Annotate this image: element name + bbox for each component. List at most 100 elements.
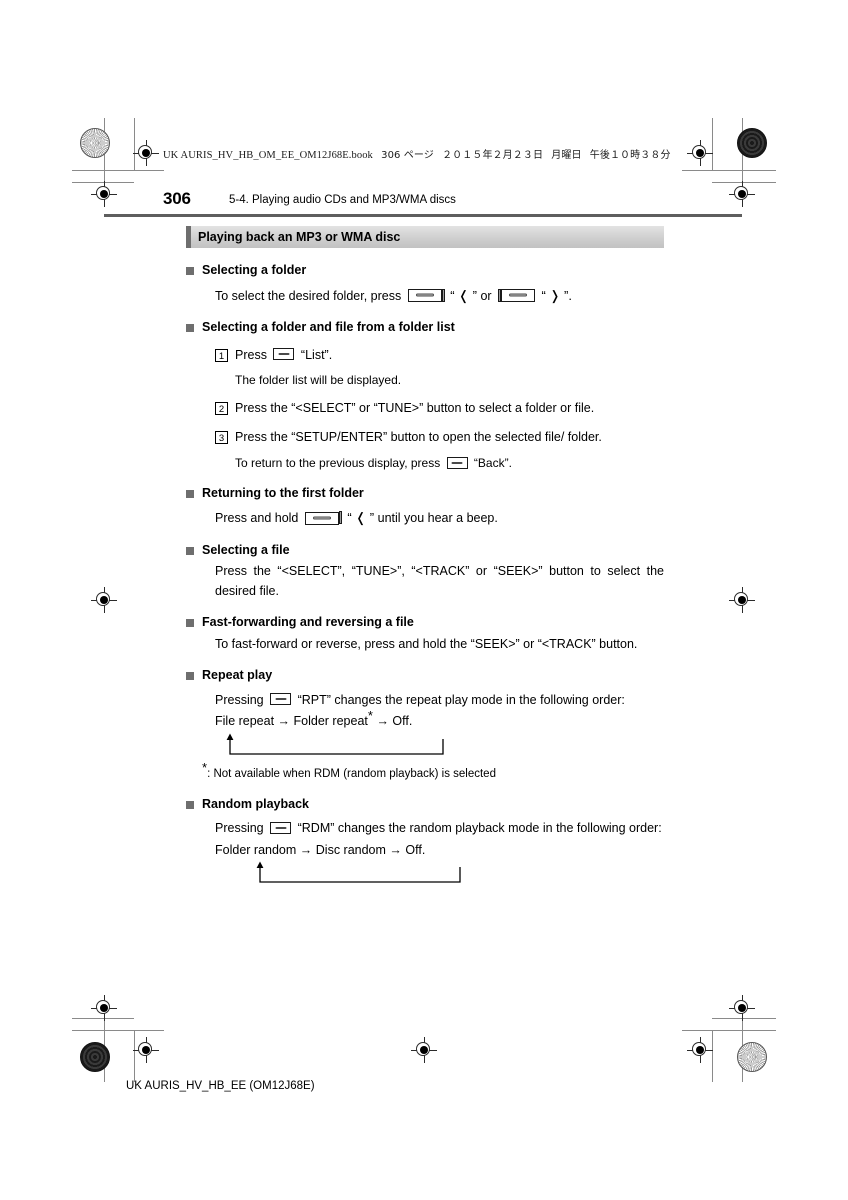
repeat-before: Pressing <box>215 692 264 707</box>
left-chevron-quote: “ ❬ ” <box>347 510 375 526</box>
bullet-square-icon <box>186 619 194 628</box>
random-after: “RDM” changes the random playback mode i… <box>297 821 662 836</box>
seek-left-button-icon <box>407 288 445 302</box>
step-row: 2 Press the “<SELECT” or “TUNE>” button … <box>215 399 664 418</box>
bullet-square-icon <box>186 489 194 498</box>
rdm-button-icon <box>270 822 292 835</box>
arrow-glyph: → <box>277 714 291 729</box>
subsection-heading: Fast-forwarding and reversing a file <box>202 615 414 630</box>
print-header-time: 午後１０時３８分 <box>589 150 671 161</box>
crop-mark-line <box>72 170 164 171</box>
bullet-square-icon <box>186 546 194 555</box>
footer-document-id: UK AURIS_HV_HB_EE (OM12J68E) <box>126 1080 315 1092</box>
page-content: Playing back an MP3 or WMA disc Selectin… <box>186 226 664 886</box>
density-patch-dark <box>737 128 767 158</box>
repeat-order-3: Off. <box>392 714 413 729</box>
subsection-repeat-play: Repeat play <box>186 668 664 684</box>
repeat-loop-arrow-diagram <box>215 732 664 758</box>
fast-forwarding-body: To fast-forward or reverse, press and ho… <box>215 636 638 651</box>
random-playback-body: Pressing “RDM” changes the random playba… <box>215 819 664 838</box>
random-loop-arrow-diagram <box>215 860 664 886</box>
text-before-button: To select the desired folder, press <box>215 288 402 303</box>
step1-after: “List”. <box>300 347 333 362</box>
subsection-heading: Selecting a file <box>202 542 290 557</box>
loop-arrow-icon <box>226 733 444 755</box>
registration-mark <box>91 995 117 1021</box>
step-number: 2 <box>215 402 228 415</box>
bullet-square-icon <box>186 672 194 681</box>
subsection-heading: Selecting a folder and file from a folde… <box>202 320 455 334</box>
crop-mark-line <box>682 170 776 171</box>
arrow-glyph: → <box>376 714 389 729</box>
or-word: or <box>480 288 492 303</box>
random-order-line: Folder random → Disc random → Off. <box>215 841 664 860</box>
section-title: Playing back an MP3 or WMA disc <box>198 229 401 244</box>
registration-mark <box>729 995 755 1021</box>
step3-note-before: To return to the previous display, press <box>235 455 441 470</box>
footnote: *: Not available when RDM (random playba… <box>202 761 664 783</box>
running-head: 5-4. Playing audio CDs and MP3/WMA discs <box>229 194 456 206</box>
crop-mark-line <box>682 1030 776 1031</box>
random-order-2: Disc random <box>315 842 386 857</box>
subsection-heading: Random playback <box>202 796 309 811</box>
subsection-heading: Selecting a folder <box>202 263 307 277</box>
seek-left-button-icon <box>304 511 342 525</box>
registration-mark <box>687 1037 713 1063</box>
repeat-after: “RPT” changes the repeat play mode in th… <box>297 692 625 707</box>
step1-note: The folder list will be displayed. <box>235 373 402 387</box>
registration-mark <box>91 181 117 207</box>
step-number: 3 <box>215 431 228 445</box>
list-button-icon <box>273 348 295 361</box>
registration-mark <box>133 1037 159 1063</box>
first-folder-body: Press and hold “ ❬ ” until you hear a be… <box>215 508 664 528</box>
repeat-order-line: File repeat → Folder repeat* → Off. <box>215 709 664 731</box>
manual-page: UK AURIS_HV_HB_OM_EE_OM12J68E.book 306 ペ… <box>0 0 848 1200</box>
density-patch-dark <box>80 1042 110 1072</box>
bullet-square-icon <box>186 267 194 275</box>
step3-note: To return to the previous display, press… <box>235 454 664 472</box>
random-order-1: Folder random <box>215 842 297 857</box>
bullet-square-icon <box>186 800 194 809</box>
step1-before: Press <box>235 347 267 362</box>
selecting-folder-body: To select the desired folder, press “ ❬ … <box>215 286 664 306</box>
first-folder-before: Press and hold <box>215 511 299 526</box>
subsection-fast-forwarding: Fast-forwarding and reversing a file <box>186 615 664 631</box>
step-number: 1 <box>215 348 228 362</box>
selecting-file-body: Press the “<SELECT”, “TUNE>”, “<TRACK” o… <box>215 564 664 598</box>
step-text: Press “List”. <box>235 346 664 365</box>
section-header-bar: Playing back an MP3 or WMA disc <box>186 226 664 248</box>
step-row: 1 Press “List”. <box>215 346 664 365</box>
density-patch-light <box>80 128 110 158</box>
footnote-text: : Not available when RDM (random playbac… <box>207 767 496 780</box>
subsection-random-playback: Random playback <box>186 797 664 813</box>
crop-mark-line <box>72 1030 164 1031</box>
registration-mark <box>133 140 159 166</box>
subsection-folder-list: Selecting a folder and file from a folde… <box>186 320 664 336</box>
repeat-play-body: Pressing “RPT” changes the repeat play m… <box>215 691 664 710</box>
back-button-icon <box>446 456 468 469</box>
bullet-square-icon <box>186 324 194 332</box>
registration-mark <box>411 1037 437 1063</box>
print-header-date: ２０１５年２月２３日 <box>442 150 544 161</box>
left-chevron-quote: “ ❬ ” <box>450 287 477 303</box>
registration-mark <box>687 140 713 166</box>
subsection-heading: Repeat play <box>202 668 273 683</box>
footnote-star-ref: * <box>367 707 373 723</box>
step-text: Press the “SETUP/ENTER” button to open t… <box>235 430 602 445</box>
step-row: 3 Press the “SETUP/ENTER” button to open… <box>215 428 664 447</box>
density-patch-light <box>737 1042 767 1072</box>
random-order-3: Off. <box>405 842 426 857</box>
registration-mark <box>91 587 117 613</box>
subsection-heading: Returning to the first folder <box>202 485 364 500</box>
header-rule <box>104 214 742 217</box>
subsection-first-folder: Returning to the first folder <box>186 486 664 502</box>
page-number: 306 <box>163 189 191 208</box>
registration-mark <box>729 181 755 207</box>
registration-mark <box>729 587 755 613</box>
step3-note-after: “Back”. <box>473 455 512 470</box>
repeat-order-2: Folder repeat <box>293 714 368 729</box>
subsection-selecting-a-folder: Selecting a folder <box>186 263 664 279</box>
loop-arrow-icon <box>256 861 461 883</box>
seek-right-button-icon <box>498 288 536 302</box>
rpt-button-icon <box>270 693 292 706</box>
